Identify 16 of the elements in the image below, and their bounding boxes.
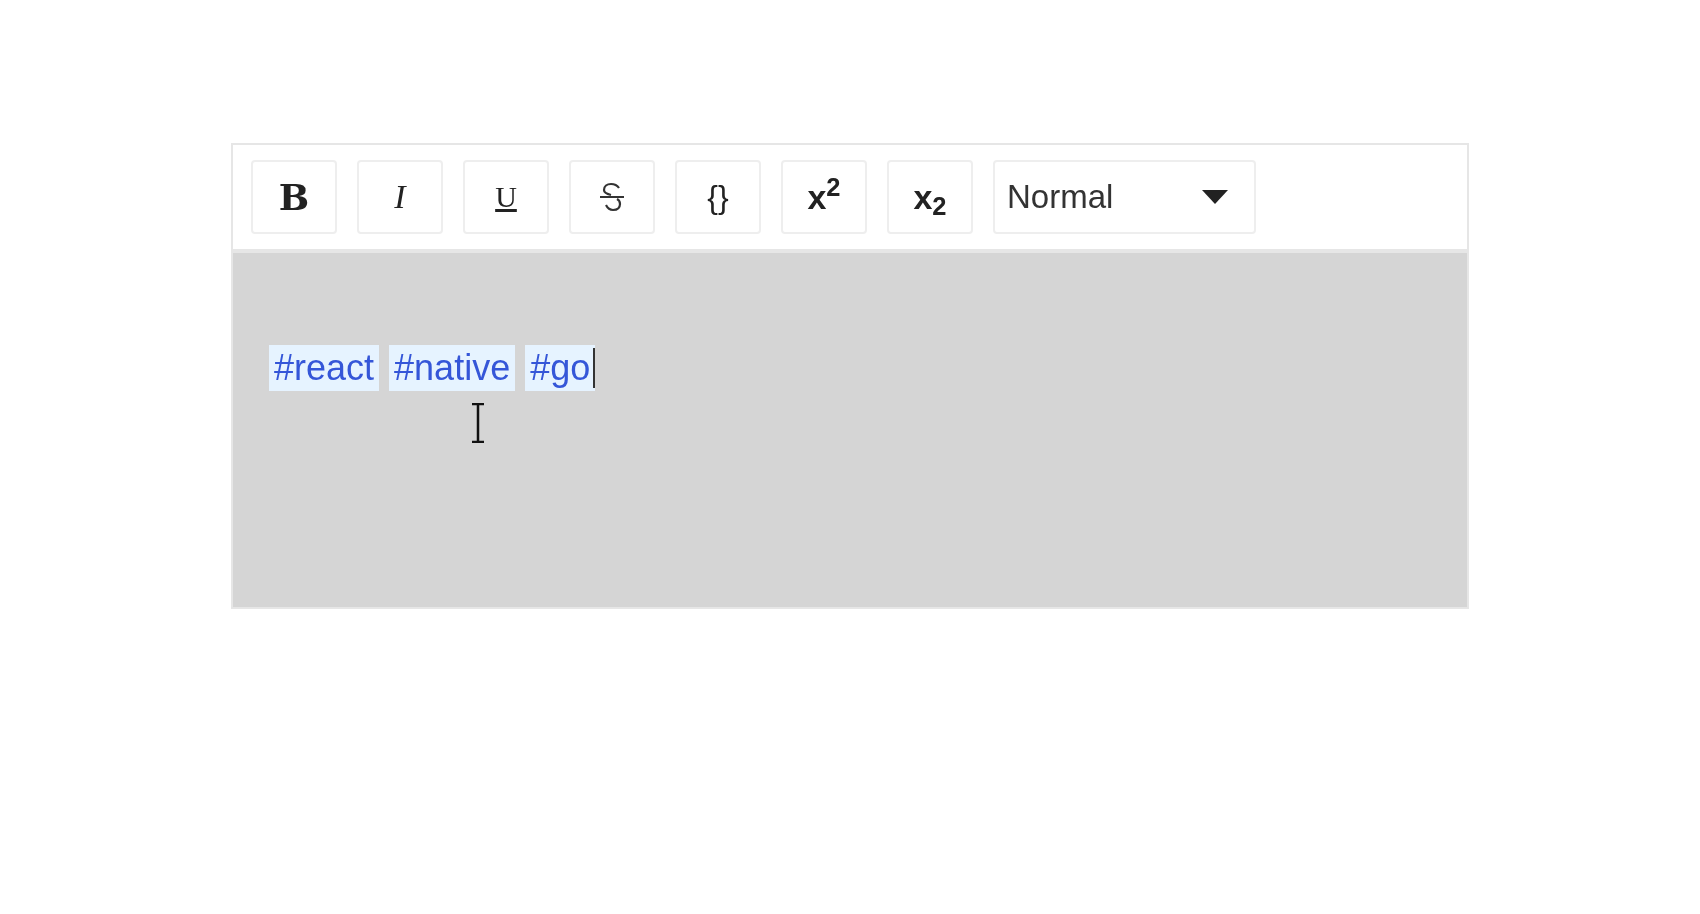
subscript-button[interactable]: x$_{2}$ <box>887 160 973 234</box>
strikethrough-icon <box>599 182 625 212</box>
block-type-dropdown[interactable]: Normal <box>993 160 1256 234</box>
code-button[interactable]: {} <box>675 160 761 234</box>
bold-button[interactable]: B <box>251 160 337 234</box>
hashtag: #native <box>389 345 516 391</box>
text-cursor-icon <box>471 403 485 443</box>
caret-icon <box>1202 190 1228 204</box>
editor-text-area[interactable]: #react #native #go <box>233 253 1467 607</box>
italic-button[interactable]: I <box>357 160 443 234</box>
underline-button[interactable]: U <box>463 160 549 234</box>
superscript-button[interactable]: x$^{2}$ <box>781 160 867 234</box>
hashtag: #go <box>525 345 596 391</box>
hashtag: #react <box>269 345 380 391</box>
text-caret <box>593 348 596 388</box>
strike-button[interactable] <box>569 160 655 234</box>
